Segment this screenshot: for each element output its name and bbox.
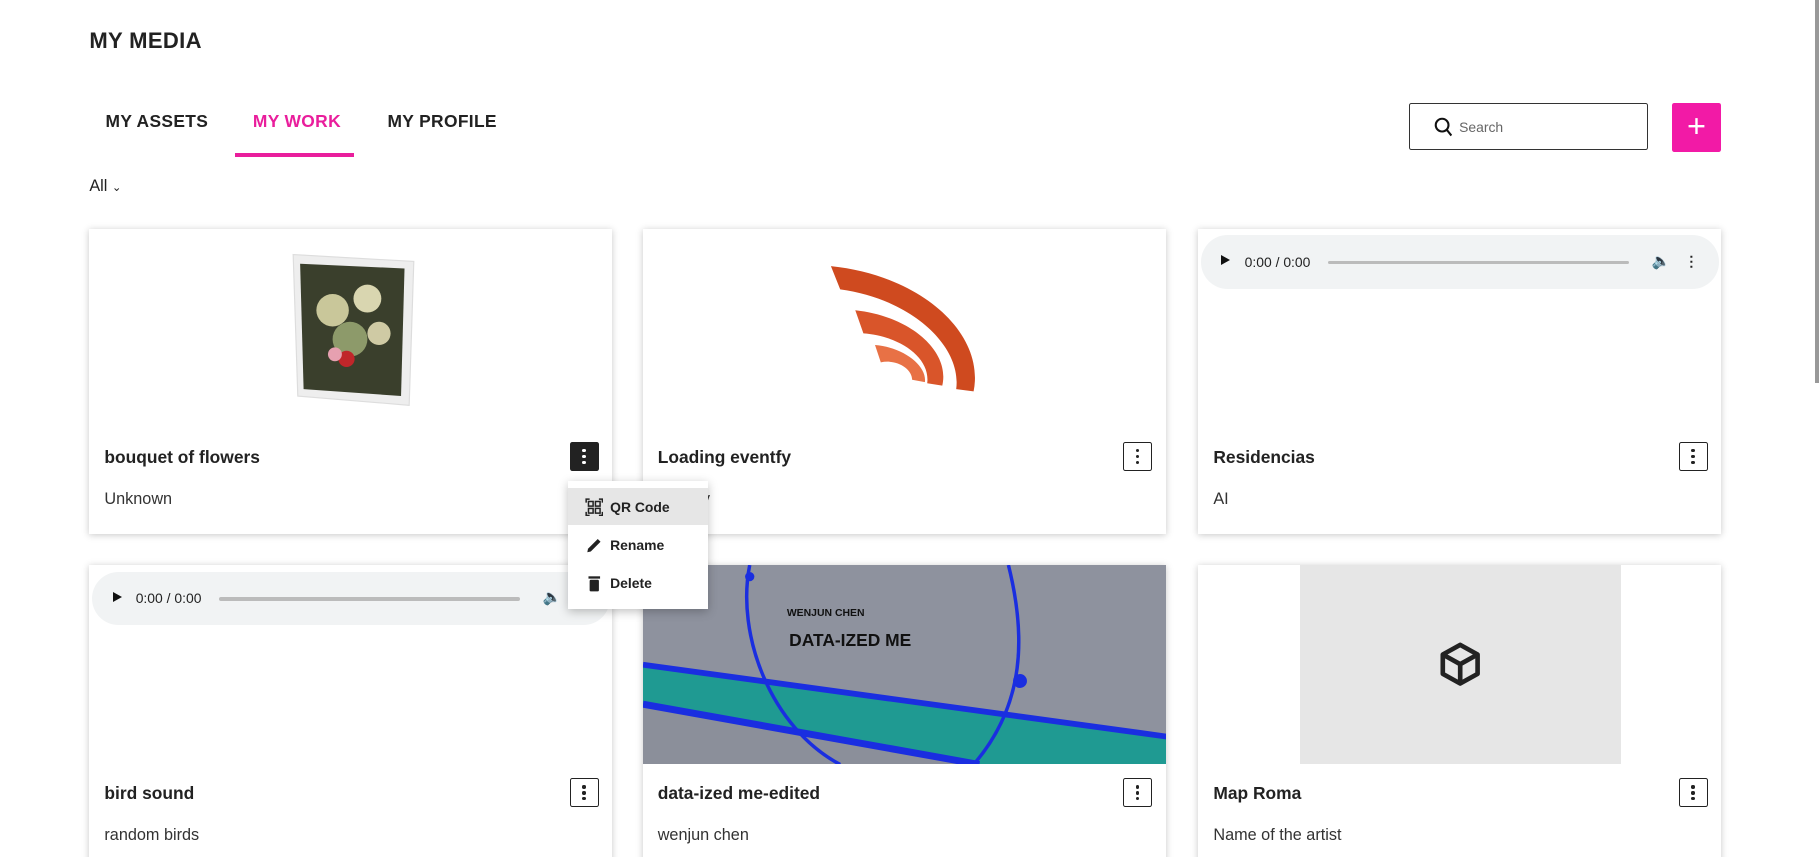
volume-icon[interactable]: 🔈 [543,588,562,606]
menu-item-qr-code[interactable]: QR Code [568,488,708,526]
audio-progress-slider[interactable] [1328,260,1629,265]
audio-time: 0:00 / 0:00 [1244,254,1311,271]
audio-player[interactable]: 0:00 / 0:00 🔈 ⋮ [1200,235,1720,289]
media-card[interactable]: 0:00 / 0:00 🔈 bird sound random birds [89,564,613,857]
active-tab-indicator [235,153,354,157]
menu-item-label: Rename [610,537,665,554]
cube-icon [1440,642,1481,687]
qr-code-icon [585,498,603,516]
page-title: MY MEDIA [89,27,202,53]
menu-item-label: QR Code [610,498,670,515]
menu-item-label: Delete [610,575,652,592]
more-options-button[interactable] [569,778,599,808]
play-icon[interactable] [112,591,122,602]
card-title: Residencias [1213,446,1315,467]
tab-my-work[interactable]: MY WORK [253,111,341,132]
eventfy-logo-3d [830,265,975,391]
search-input[interactable]: Search [1409,103,1649,150]
volume-icon[interactable]: 🔈 [1652,252,1671,270]
card-thumbnail [1300,564,1621,765]
card-thumbnail [89,229,612,429]
more-options-button[interactable] [1678,441,1708,471]
tab-my-assets[interactable]: MY ASSETS [106,111,209,132]
card-subtitle: wenjun chen [657,825,749,844]
more-options-button[interactable] [1678,778,1708,808]
card-subtitle: AI [1213,489,1229,508]
media-card[interactable]: Map Roma Name of the artist [1198,564,1722,857]
audio-options-icon[interactable]: ⋮ [1684,253,1698,270]
menu-item-rename[interactable]: Rename [568,527,707,564]
scrollbar[interactable] [1815,0,1819,383]
media-card[interactable]: 0:00 / 0:00 🔈 ⋮ Residencias AI [1198,228,1722,534]
card-title: bouquet of flowers [104,446,260,467]
page: MY MEDIA MY ASSETS MY WORK MY PROFILE Se… [0,0,1819,857]
more-options-button[interactable] [1122,441,1152,471]
card-thumbnail [643,229,1166,429]
media-card[interactable]: WENJUN CHEN DATA-IZED ME data-ized me-ed… [642,564,1166,857]
scene-image: WENJUN CHEN DATA-IZED ME [642,564,1166,765]
play-icon[interactable] [1221,255,1231,266]
filter-dropdown[interactable]: All ⌄ [89,177,121,196]
pencil-icon [586,538,601,553]
card-title: Map Roma [1213,782,1302,803]
audio-player[interactable]: 0:00 / 0:00 🔈 [91,571,611,626]
card-subtitle: Name of the artist [1213,825,1342,844]
painting-image [292,253,415,406]
card-title: data-ized me-edited [657,782,821,803]
chevron-down-icon: ⌄ [111,181,122,195]
more-options-button[interactable] [1122,778,1152,808]
audio-progress-slider[interactable] [219,597,520,601]
scene-text-small: WENJUN CHEN [786,608,864,619]
card-title: bird sound [104,782,195,803]
menu-item-delete[interactable]: Delete [568,565,707,602]
media-card[interactable]: Loading eventfy eventfy [642,228,1166,534]
search-icon [1434,117,1452,137]
trash-icon [588,576,600,592]
add-button[interactable]: + [1671,103,1722,152]
scene-text-big: DATA-IZED ME [789,630,911,650]
context-menu: QR Code Rename Delete [568,481,708,609]
media-card[interactable]: bouquet of flowers Unknown [89,228,613,534]
card-subtitle: random birds [104,825,200,844]
tab-my-profile[interactable]: MY PROFILE [387,111,496,132]
card-subtitle: Unknown [104,489,173,508]
filter-value: All [89,177,108,196]
audio-time: 0:00 / 0:00 [135,590,202,607]
search-placeholder: Search [1459,119,1504,136]
card-title: Loading eventfy [657,446,792,467]
card-thumbnail: WENJUN CHEN DATA-IZED ME [642,564,1166,765]
more-options-button[interactable] [569,441,599,471]
